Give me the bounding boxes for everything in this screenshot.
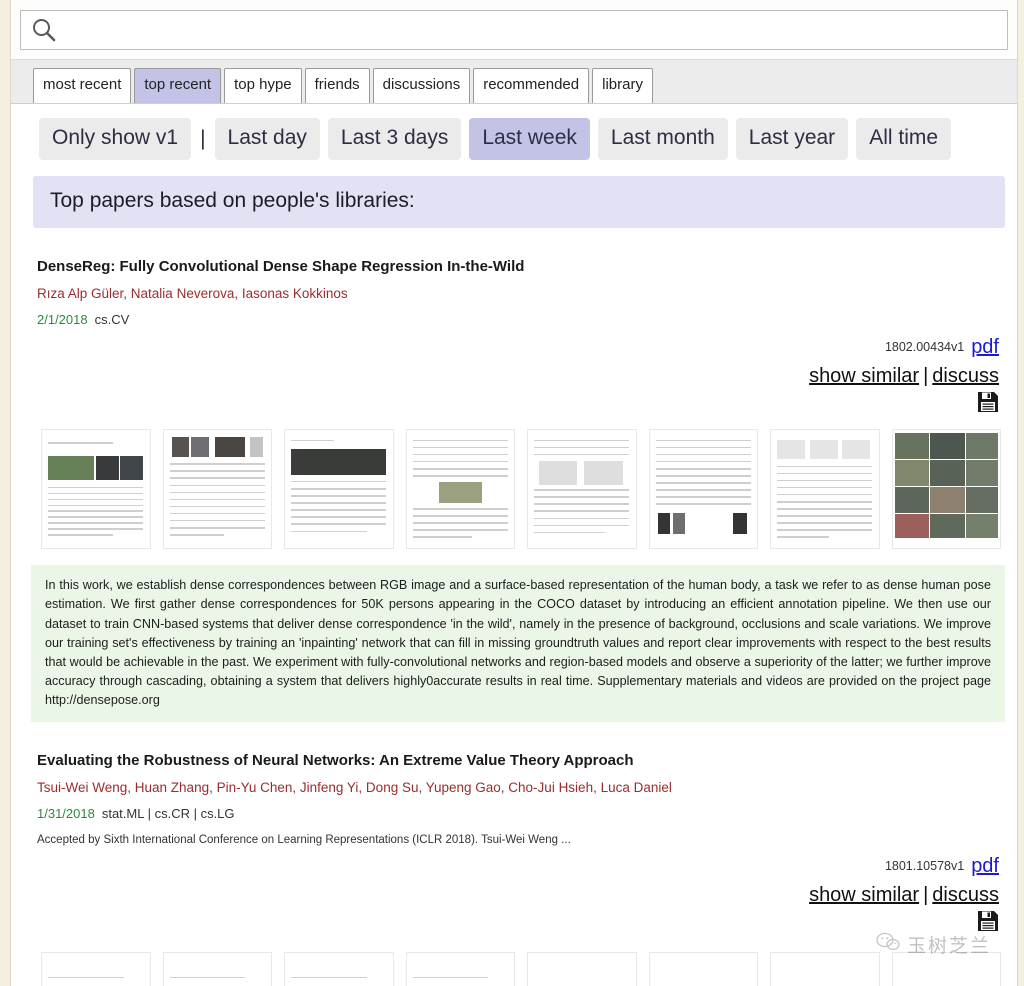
page-container: most recent top recent top hype friends … <box>10 0 1018 986</box>
tab-label: top recent <box>144 76 212 94</box>
paper-abstract: In this work, we establish dense corresp… <box>31 565 1005 723</box>
paper-meta: 2/1/2018 cs.CV <box>37 312 1005 327</box>
tab-most-recent[interactable]: most recent <box>33 68 132 103</box>
paper-thumbnail[interactable] <box>284 429 394 550</box>
filter-separator: | <box>200 127 206 151</box>
paper-thumbnail-strip <box>11 932 1017 986</box>
paper-meta: 1/31/2018 stat.ML | cs.CR | cs.LG <box>37 806 1005 821</box>
paper-thumbnail[interactable] <box>527 429 637 550</box>
discuss-link[interactable]: discuss <box>932 884 999 906</box>
tab-top-hype[interactable]: top hype <box>224 68 302 103</box>
paper-thumbnail[interactable] <box>162 429 272 550</box>
filter-last-month[interactable]: Last month <box>597 118 728 161</box>
paper-categories: cs.CV <box>94 312 130 328</box>
search-icon <box>31 17 57 43</box>
paper-thumbnail[interactable] <box>648 429 758 550</box>
paper-id-line: 1801.10578v1 pdf <box>37 855 999 878</box>
floppy-disk-save-icon <box>977 392 999 417</box>
filter-last-week[interactable]: Last week <box>469 118 590 161</box>
search-bar-region <box>11 0 1017 59</box>
tab-label: most recent <box>43 76 122 94</box>
discuss-link[interactable]: discuss <box>932 365 999 387</box>
filter-last-3-days[interactable]: Last 3 days <box>327 118 462 161</box>
filter-bar: Only show v1 | Last day Last 3 days Last… <box>11 104 1017 173</box>
paper-link-row: show similar | discuss <box>37 883 999 907</box>
paper-thumbnail[interactable] <box>405 952 515 986</box>
paper-entry: DenseReg: Fully Convolutional Dense Shap… <box>11 258 1017 413</box>
filter-last-day[interactable]: Last day <box>214 118 320 161</box>
tab-bar: most recent top recent top hype friends … <box>11 59 1017 104</box>
save-button[interactable] <box>37 910 999 932</box>
section-banner: Top papers based on people's libraries: <box>33 176 1005 229</box>
paper-entry: Evaluating the Robustness of Neural Netw… <box>11 752 1017 932</box>
tab-top-recent[interactable]: top recent <box>134 68 222 103</box>
paper-note: Accepted by Sixth International Conferen… <box>37 834 571 847</box>
filter-last-year[interactable]: Last year <box>735 118 849 161</box>
paper-thumbnail[interactable] <box>405 429 515 550</box>
search-input[interactable] <box>65 20 997 40</box>
paper-authors: Rıza Alp Güler, Natalia Neverova, Iasona… <box>37 286 348 302</box>
paper-categories: stat.ML | cs.CR | cs.LG <box>101 806 235 822</box>
tab-friends[interactable]: friends <box>304 68 370 103</box>
paper-authors: Tsui-Wei Weng, Huan Zhang, Pin-Yu Chen, … <box>37 780 672 796</box>
tab-discussions[interactable]: discussions <box>372 68 471 103</box>
paper-thumbnail[interactable] <box>527 952 637 986</box>
tab-label: friends <box>314 76 360 94</box>
paper-thumbnail[interactable] <box>41 429 151 550</box>
paper-thumbnail[interactable] <box>891 952 1001 986</box>
paper-thumbnail[interactable] <box>162 952 272 986</box>
paper-thumbnail[interactable] <box>648 952 758 986</box>
paper-title[interactable]: DenseReg: Fully Convolutional Dense Shap… <box>37 258 1005 275</box>
paper-title[interactable]: Evaluating the Robustness of Neural Netw… <box>37 752 1005 769</box>
tab-label: discussions <box>382 76 461 94</box>
paper-actions: 1802.00434v1 pdf show similar | discuss <box>37 336 1005 413</box>
save-button[interactable] <box>37 391 999 413</box>
paper-thumbnail[interactable] <box>284 952 394 986</box>
paper-actions: 1801.10578v1 pdf show similar | discuss <box>37 855 1005 932</box>
paper-date: 1/31/2018 <box>37 806 95 822</box>
tab-label: recommended <box>483 76 580 94</box>
tab-label: library <box>602 76 643 94</box>
show-similar-link[interactable]: show similar <box>809 884 919 906</box>
tab-label: top hype <box>234 76 292 94</box>
link-separator: | <box>923 884 929 907</box>
paper-thumbnail-strip <box>11 413 1017 550</box>
arxiv-id: 1801.10578v1 <box>884 859 965 874</box>
floppy-disk-save-icon <box>977 911 999 936</box>
filter-only-show-v1[interactable]: Only show v1 <box>39 118 192 161</box>
paper-thumbnail[interactable] <box>41 952 151 986</box>
arxiv-id: 1802.00434v1 <box>884 340 965 355</box>
pdf-link[interactable]: pdf <box>971 855 999 877</box>
paper-link-row: show similar | discuss <box>37 364 999 388</box>
paper-thumbnail[interactable] <box>770 429 880 550</box>
search-box[interactable] <box>20 10 1008 50</box>
tab-library[interactable]: library <box>592 68 653 103</box>
paper-thumbnail[interactable] <box>891 429 1001 550</box>
link-separator: | <box>923 365 929 388</box>
filter-all-time[interactable]: All time <box>856 118 952 161</box>
show-similar-link[interactable]: show similar <box>809 365 919 387</box>
tab-recommended[interactable]: recommended <box>473 68 590 103</box>
paper-thumbnail[interactable] <box>770 952 880 986</box>
paper-id-line: 1802.00434v1 pdf <box>37 336 999 359</box>
paper-date: 2/1/2018 <box>37 312 88 328</box>
pdf-link[interactable]: pdf <box>971 336 999 358</box>
